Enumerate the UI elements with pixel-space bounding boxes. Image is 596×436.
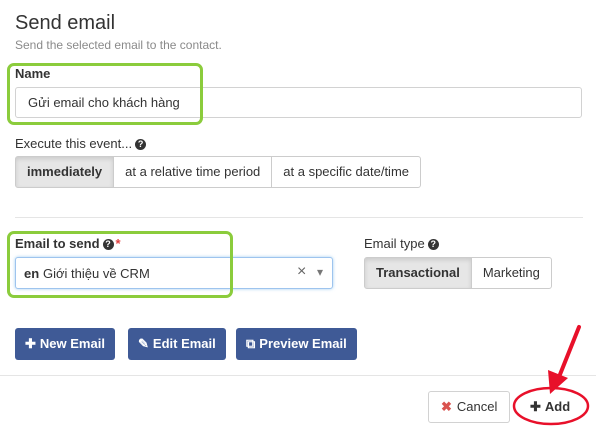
annotation-overlay — [512, 325, 590, 426]
add-highlight-circle — [512, 386, 590, 426]
annotation-arrow-shaft — [555, 325, 581, 384]
